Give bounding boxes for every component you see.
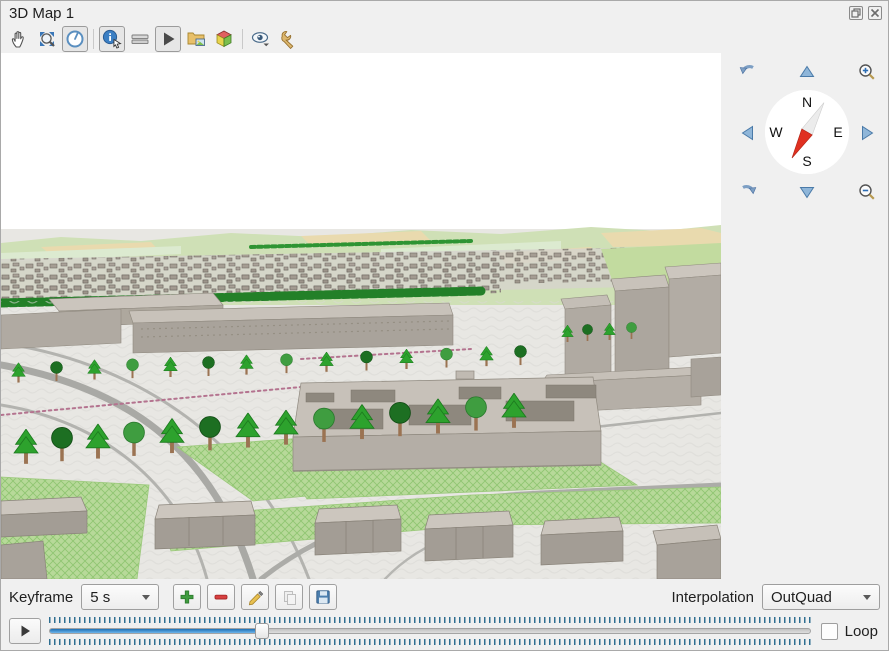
zoom-full-icon [36,28,58,50]
pencil-icon [246,588,264,606]
play-animation-button[interactable] [9,618,41,644]
chevron-down-icon [142,595,150,600]
float-icon [851,8,861,18]
eye-icon [249,28,273,50]
arrow-up-icon [798,63,816,81]
toolbar-separator [93,29,94,49]
play-icon [157,28,179,50]
float-window-button[interactable] [849,6,863,20]
identify-button[interactable] [99,26,125,52]
playback-bar: Loop [1,615,888,647]
timeline-ticks-top [49,617,811,623]
3d-map-window: 3D Map 1 [0,0,889,651]
save-image-button[interactable] [183,26,209,52]
pan-tool-button[interactable] [6,26,32,52]
keyframe-value: 5 s [90,589,110,606]
save-animation-button[interactable] [309,584,337,610]
timeline-handle[interactable] [255,623,269,639]
timeline-slider[interactable] [49,616,811,646]
arrow-down-icon [798,183,816,201]
add-keyframe-button[interactable] [173,584,201,610]
compass-west-label: W [769,124,783,140]
configure-button[interactable] [276,26,302,52]
timeline-track[interactable] [49,628,811,634]
compass-face: N S W E [765,90,849,174]
timeline-progress [50,629,263,633]
minus-icon [212,588,230,606]
zoom-out-button[interactable] [856,181,878,203]
navigation-toggle-button[interactable] [62,26,88,52]
interpolation-select[interactable]: OutQuad [762,584,880,610]
toolbar [1,25,888,53]
loop-checkbox[interactable] [821,623,838,640]
navigation-panel: N S W E [721,53,888,579]
save-image-folder-icon [185,28,207,50]
zoom-out-icon [857,182,877,202]
toolbar-separator [242,29,243,49]
map-viewport-3d[interactable] [1,53,721,579]
interpolation-label: Interpolation [671,589,754,606]
keyframe-select[interactable]: 5 s [81,584,159,610]
remove-keyframe-button[interactable] [207,584,235,610]
animations-button[interactable] [155,26,181,52]
titlebar: 3D Map 1 [1,1,888,25]
compass-east-label: E [833,124,842,140]
pan-hand-icon [8,28,30,50]
keyframe-label: Keyframe [9,589,73,606]
move-right-button[interactable] [856,122,878,144]
zoom-in-button[interactable] [856,61,878,83]
zoom-in-icon [857,62,877,82]
measure-line-button[interactable] [127,26,153,52]
save-icon [314,588,332,606]
timeline-ticks-bottom [49,639,811,645]
identify-icon [101,28,123,50]
rotate-cw-icon [738,182,758,202]
export-3d-scene-button[interactable] [211,26,237,52]
window-title: 3D Map 1 [9,5,74,22]
edit-keyframe-button[interactable] [241,584,269,610]
camera-view-button[interactable] [248,26,274,52]
chevron-down-icon [863,595,871,600]
rotate-ccw-icon [738,62,758,82]
keyframe-bar: Keyframe 5 s Interpolation OutQu [1,579,888,615]
rotate-ccw-button[interactable] [737,61,759,83]
arrow-left-icon [739,124,757,142]
rotate-cw-button[interactable] [737,181,759,203]
close-window-button[interactable] [868,6,882,20]
measure-line-icon [129,28,151,50]
zoom-full-button[interactable] [34,26,60,52]
close-icon [870,8,880,18]
cube-3d-icon [213,28,235,50]
wrench-icon [278,28,300,50]
3d-scene [1,53,721,579]
compass-south-label: S [802,153,811,169]
move-up-button[interactable] [796,61,818,83]
loop-label: Loop [845,623,878,640]
arrow-right-icon [858,124,876,142]
move-down-button[interactable] [796,181,818,203]
compass[interactable]: N S W E [765,90,849,174]
play-icon [17,623,33,639]
duplicate-keyframe-button[interactable] [275,584,303,610]
plus-icon [178,588,196,606]
interpolation-value: OutQuad [771,589,832,606]
move-left-button[interactable] [737,122,759,144]
copy-icon [280,588,298,606]
on-screen-navigation-icon [64,28,86,50]
compass-north-label: N [802,94,812,110]
